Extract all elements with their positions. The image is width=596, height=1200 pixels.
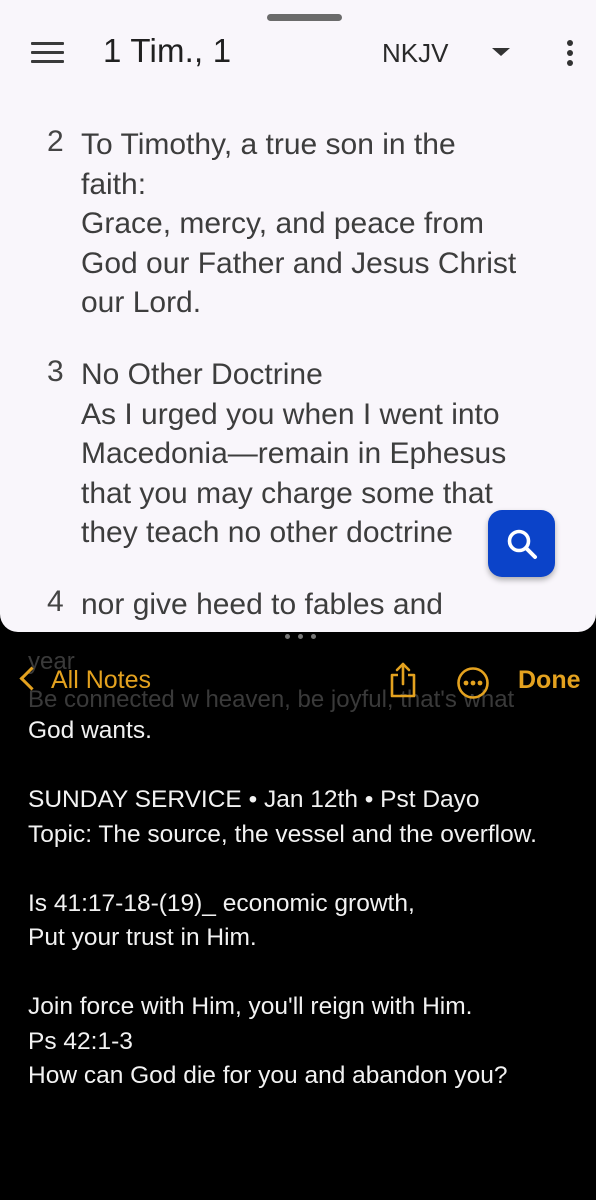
version-selector[interactable]: NKJV: [382, 38, 448, 69]
note-line: Is 41:17-18-(19)_ economic growth,: [28, 889, 415, 917]
verse-line: nor give heed to fables and: [81, 588, 443, 621]
note-line: Join force with Him, you'll reign with H…: [28, 993, 473, 1020]
note-line: SUNDAY SERVICE • Jan 12th • Pst Dayo: [28, 786, 480, 813]
note-line: Put your trust in Him.: [28, 924, 257, 951]
search-icon: [507, 529, 537, 559]
verse-line: that you may charge some that: [81, 476, 493, 510]
verse-line: Macedonia—remain in Ephesus: [81, 437, 507, 470]
verse-line: God our Father and Jesus Christ: [81, 246, 517, 280]
verse-section-heading: No Other Doctrine: [81, 358, 323, 391]
all-notes-button[interactable]: All Notes: [51, 666, 151, 695]
chevron-left-icon[interactable]: [19, 666, 44, 691]
note-line: God wants.: [28, 717, 152, 744]
split-screen-handle[interactable]: [283, 634, 323, 640]
verse-number: 2: [47, 125, 64, 158]
note-line: [28, 852, 588, 887]
note-line: [28, 749, 588, 784]
app-bar: 1 Tim., 1 NKJV: [0, 28, 596, 84]
verse-text: nor give heed to fables and: [81, 585, 571, 625]
drag-handle[interactable]: [267, 14, 342, 21]
note-line: Ps 42:1-3: [28, 1027, 133, 1055]
verse-line: To Timothy, a true son in the: [81, 128, 456, 161]
verse-line: faith:: [81, 167, 147, 201]
verse-text: To Timothy, a true son in the faith: Gra…: [81, 125, 571, 323]
book-chapter-selector[interactable]: 1 Tim., 1: [103, 32, 231, 70]
verse-line: our Lord.: [81, 286, 202, 319]
notes-toolbar: All Notes Done: [0, 662, 596, 706]
done-button[interactable]: Done: [518, 666, 581, 695]
search-button[interactable]: [488, 510, 555, 577]
note-line: Topic: The source, the vessel and the ov…: [28, 820, 537, 848]
notes-pane: year Be connected w heaven, be joyful, t…: [0, 644, 596, 1200]
note-line: How can God die for you and abandon you?: [28, 1062, 508, 1089]
bible-reader-pane: 1 Tim., 1 NKJV 2 To Timothy, a true son …: [0, 0, 596, 632]
verse-line: As I urged you when I went into: [81, 397, 500, 431]
note-line: [28, 956, 588, 991]
share-icon[interactable]: [389, 662, 417, 698]
verse-number: 3: [47, 355, 64, 388]
verse-line: Grace, mercy, and peace from: [81, 207, 484, 240]
verse-number: 4: [47, 585, 64, 618]
menu-icon[interactable]: [31, 42, 64, 64]
dropdown-caret-icon[interactable]: [492, 48, 510, 56]
more-circle-icon[interactable]: [456, 666, 490, 700]
note-editor[interactable]: God wants. SUNDAY SERVICE • Jan 12th • P…: [28, 714, 588, 1094]
more-options-icon[interactable]: [563, 38, 577, 68]
